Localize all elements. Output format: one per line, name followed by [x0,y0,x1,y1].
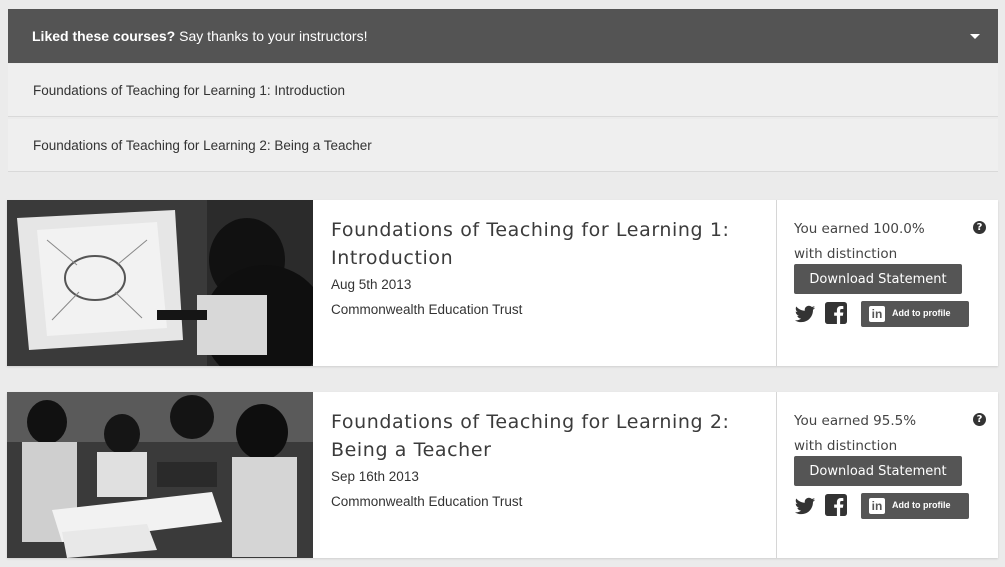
linkedin-button-label: Add to profile [892,500,951,510]
help-icon[interactable]: ? [973,413,986,426]
banner-bold-text: Liked these courses? [32,28,176,44]
grade-text: You earned 95.5% with distinction [794,409,954,459]
social-share: in Add to profile [794,301,994,327]
social-share: in Add to profile [794,493,994,519]
course-link-item[interactable]: Foundations of Teaching for Learning 1: … [8,64,998,117]
grade-text: You earned 100.0% with distinction [794,217,954,267]
course-thumbnail-image [7,200,313,366]
download-statement-button[interactable]: Download Statement [794,264,962,294]
certificate-panel: You earned 100.0% with distinction ? Dow… [776,200,998,366]
course-link-label: Foundations of Teaching for Learning 2: … [33,137,372,153]
thank-instructors-banner[interactable]: Liked these courses? Say thanks to your … [8,9,998,63]
facebook-icon[interactable] [825,494,847,516]
help-icon[interactable]: ? [973,221,986,234]
course-date: Aug 5th 2013 [331,277,412,292]
twitter-icon[interactable] [794,303,816,325]
course-info: Foundations of Teaching for Learning 2: … [331,408,761,514]
grade-score: You earned 100.0% [794,221,925,237]
course-date: Sep 16th 2013 [331,469,419,484]
course-title[interactable]: Foundations of Teaching for Learning 2: … [331,408,761,464]
course-organization: Commonwealth Education Trust [331,494,523,509]
course-link-label: Foundations of Teaching for Learning 1: … [33,82,345,98]
download-statement-button[interactable]: Download Statement [794,456,962,486]
grade-score: You earned 95.5% [794,413,917,429]
linkedin-button-label: Add to profile [892,308,951,318]
course-card: Foundations of Teaching for Learning 1: … [7,200,998,366]
certificate-panel: You earned 95.5% with distinction ? Down… [776,392,998,558]
course-title[interactable]: Foundations of Teaching for Learning 1: … [331,216,761,272]
course-link-item[interactable]: Foundations of Teaching for Learning 2: … [8,119,998,172]
linkedin-icon: in [869,498,885,514]
linkedin-add-to-profile-button[interactable]: in Add to profile [861,493,969,519]
course-thumbnail-image [7,392,313,558]
twitter-icon[interactable] [794,495,816,517]
linkedin-icon: in [869,306,885,322]
course-info: Foundations of Teaching for Learning 1: … [331,216,761,322]
course-card: Foundations of Teaching for Learning 2: … [7,392,998,558]
facebook-icon[interactable] [825,302,847,324]
linkedin-add-to-profile-button[interactable]: in Add to profile [861,301,969,327]
course-organization: Commonwealth Education Trust [331,302,523,317]
chevron-down-icon[interactable] [970,34,980,39]
banner-text: Say thanks to your instructors! [179,28,368,44]
